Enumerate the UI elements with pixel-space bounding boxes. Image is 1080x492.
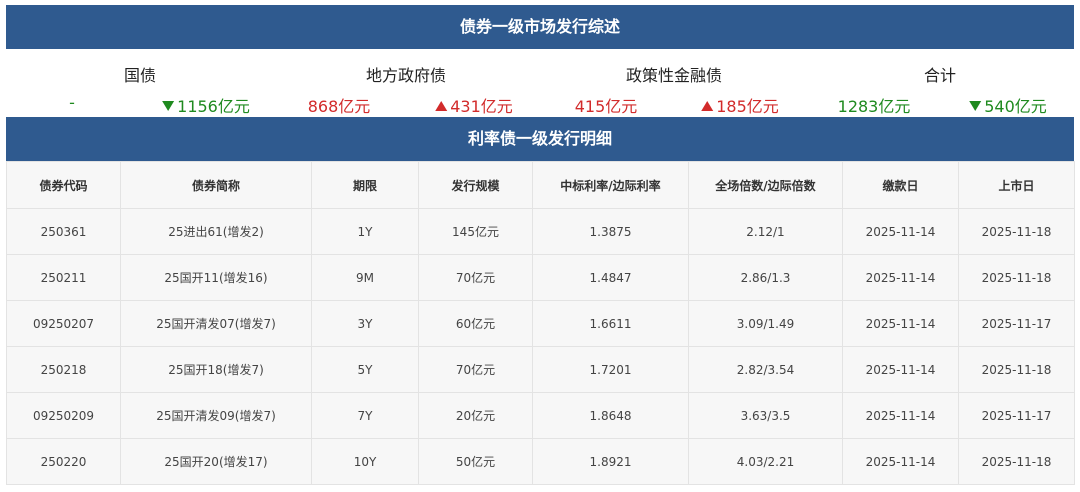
table-row: 250211 25国开11(增发16) 9M 70亿元 1.4847 2.86/1.3 20… xyxy=(6,254,1075,301)
col-header-listing-date: 上市日 xyxy=(958,161,1075,209)
summary-label-policy-bank: 政策性金融债 xyxy=(625,66,723,85)
col-header-code: 债券代码 xyxy=(6,161,121,209)
cell-multiple: 4.03/2.21 xyxy=(688,438,843,485)
table-row: 09250209 25国开清发09(增发7) 7Y 20亿元 1.8648 3.63/3.… xyxy=(6,392,1075,439)
arrow-down-icon xyxy=(969,101,982,111)
cell-rate: 1.6611 xyxy=(532,300,689,347)
col-header-payment-date: 缴款日 xyxy=(842,161,959,209)
cell-name: 25国开18(增发7) xyxy=(120,346,312,393)
summary-label-treasury: 国债 xyxy=(123,66,157,85)
table-row: 250218 25国开18(增发7) 5Y 70亿元 1.7201 2.82/3.54 20… xyxy=(6,346,1075,393)
cell-payment-date: 2025-11-14 xyxy=(842,346,959,393)
cell-size: 70亿元 xyxy=(418,254,533,301)
cell-payment-date: 2025-11-14 xyxy=(842,438,959,485)
cell-name: 25国开清发07(增发7) xyxy=(120,300,312,347)
cell-payment-date: 2025-11-14 xyxy=(842,208,959,255)
cell-rate: 1.7201 xyxy=(532,346,689,393)
cell-listing-date: 2025-11-17 xyxy=(958,392,1075,439)
col-header-multiple: 全场倍数/边际倍数 xyxy=(688,161,843,209)
cell-size: 20亿元 xyxy=(418,392,533,439)
cell-term: 1Y xyxy=(311,208,419,255)
summary-title: 债券一级市场发行综述 xyxy=(6,5,1074,49)
cell-rate: 1.8648 xyxy=(532,392,689,439)
arrow-down-icon xyxy=(162,101,175,111)
summary-labels: 国债 地方政府债 政策性金融债 合计 xyxy=(6,49,1074,97)
summary-label-total: 合计 xyxy=(923,66,957,85)
summary-value-local-gov: 868亿元 xyxy=(307,97,371,116)
col-header-term: 期限 xyxy=(311,161,419,209)
col-header-size: 发行规模 xyxy=(418,161,533,209)
cell-code: 250361 xyxy=(6,208,121,255)
cell-listing-date: 2025-11-18 xyxy=(958,346,1075,393)
cell-name: 25国开清发09(增发7) xyxy=(120,392,312,439)
cell-code: 250211 xyxy=(6,254,121,301)
arrow-up-icon xyxy=(435,101,448,111)
cell-term: 7Y xyxy=(311,392,419,439)
cell-rate: 1.3875 xyxy=(532,208,689,255)
summary-values: - 1156亿元 868亿元 431亿元 415亿元 185亿元 1283亿元 … xyxy=(6,93,1074,117)
cell-size: 60亿元 xyxy=(418,300,533,347)
cell-listing-date: 2025-11-18 xyxy=(958,208,1075,255)
cell-code: 250220 xyxy=(6,438,121,485)
cell-term: 9M xyxy=(311,254,419,301)
cell-term: 3Y xyxy=(311,300,419,347)
cell-multiple: 2.82/3.54 xyxy=(688,346,843,393)
detail-title: 利率债一级发行明细 xyxy=(6,117,1074,161)
summary-change-treasury: 1156亿元 xyxy=(162,93,250,117)
cell-size: 50亿元 xyxy=(418,438,533,485)
cell-listing-date: 2025-11-18 xyxy=(958,254,1075,301)
arrow-up-icon xyxy=(701,101,714,111)
cell-code: 250218 xyxy=(6,346,121,393)
col-header-name: 债券简称 xyxy=(120,161,312,209)
cell-multiple: 3.09/1.49 xyxy=(688,300,843,347)
cell-listing-date: 2025-11-17 xyxy=(958,300,1075,347)
cell-term: 5Y xyxy=(311,346,419,393)
cell-rate: 1.8921 xyxy=(532,438,689,485)
cell-listing-date: 2025-11-18 xyxy=(958,438,1075,485)
summary-value-policy-bank: 415亿元 xyxy=(574,97,638,116)
cell-term: 10Y xyxy=(311,438,419,485)
col-header-rate: 中标利率/边际利率 xyxy=(532,161,689,209)
cell-payment-date: 2025-11-14 xyxy=(842,254,959,301)
cell-name: 25国开11(增发16) xyxy=(120,254,312,301)
table-body: 250361 25进出61(增发2) 1Y 145亿元 1.3875 2.12/1 2025… xyxy=(6,208,1075,485)
table-row: 09250207 25国开清发07(增发7) 3Y 60亿元 1.6611 3.09/1.… xyxy=(6,300,1075,347)
summary-change-total: 540亿元 xyxy=(969,93,1047,117)
cell-multiple: 3.63/3.5 xyxy=(688,392,843,439)
summary-change-policy-bank: 185亿元 xyxy=(701,93,779,117)
summary-value-treasury: - xyxy=(69,93,75,112)
cell-payment-date: 2025-11-14 xyxy=(842,392,959,439)
cell-multiple: 2.86/1.3 xyxy=(688,254,843,301)
cell-code: 09250209 xyxy=(6,392,121,439)
summary-change-local-gov: 431亿元 xyxy=(435,93,513,117)
cell-payment-date: 2025-11-14 xyxy=(842,300,959,347)
summary-label-local-gov: 地方政府债 xyxy=(365,66,447,85)
cell-rate: 1.4847 xyxy=(532,254,689,301)
table-row: 250220 25国开20(增发17) 10Y 50亿元 1.8921 4.03/2.21… xyxy=(6,438,1075,485)
table-row: 250361 25进出61(增发2) 1Y 145亿元 1.3875 2.12/1 2025… xyxy=(6,208,1075,255)
cell-size: 145亿元 xyxy=(418,208,533,255)
bond-issuance-panel: 债券一级市场发行综述 国债 地方政府债 政策性金融债 合计 - 1156亿元 8… xyxy=(6,5,1075,485)
cell-code: 09250207 xyxy=(6,300,121,347)
cell-multiple: 2.12/1 xyxy=(688,208,843,255)
cell-name: 25国开20(增发17) xyxy=(120,438,312,485)
table-header-row: 债券代码 债券简称 期限 发行规模 中标利率/边际利率 全场倍数/边际倍数 缴款… xyxy=(6,161,1075,209)
issuance-detail-table: 债券代码 债券简称 期限 发行规模 中标利率/边际利率 全场倍数/边际倍数 缴款… xyxy=(6,161,1075,485)
cell-name: 25进出61(增发2) xyxy=(120,208,312,255)
cell-size: 70亿元 xyxy=(418,346,533,393)
summary-value-total: 1283亿元 xyxy=(837,97,911,116)
